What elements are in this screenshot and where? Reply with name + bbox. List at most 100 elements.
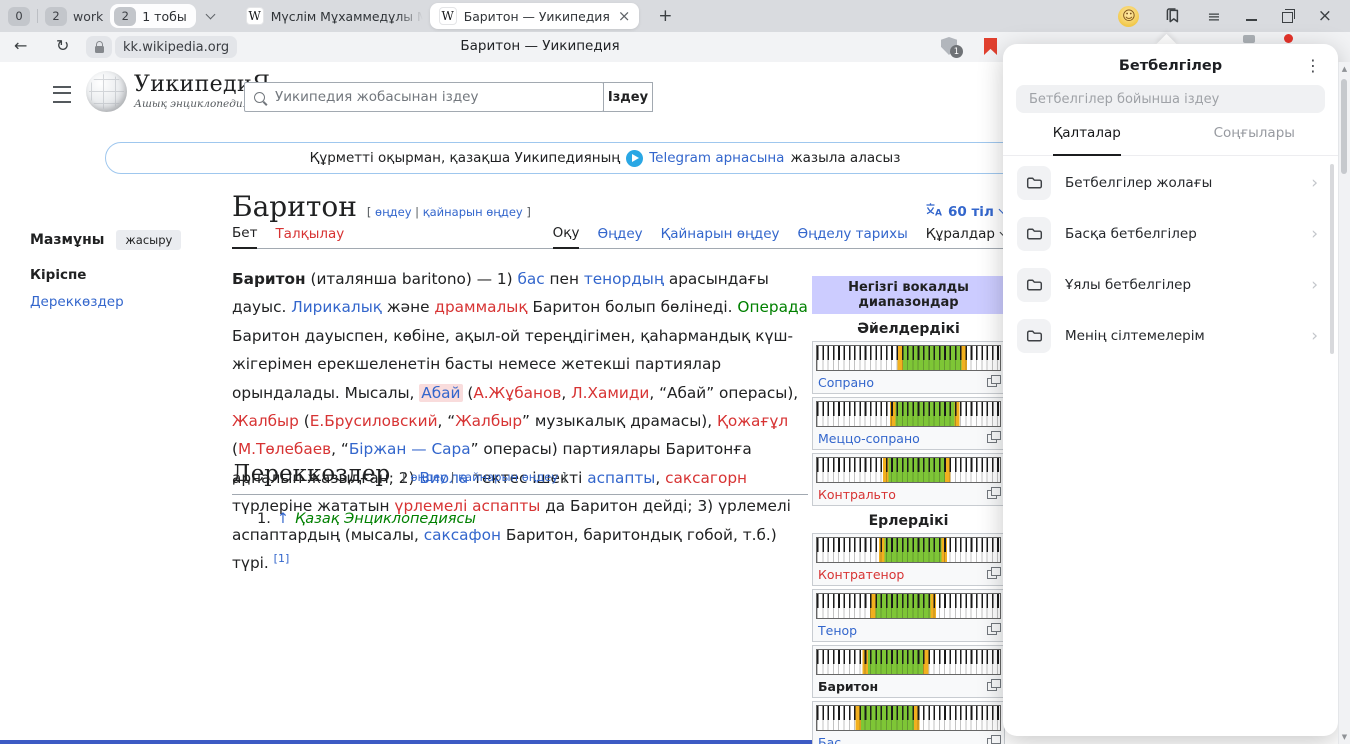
vocal-range-link[interactable]: Контратенор	[818, 567, 904, 582]
reference-backlink[interactable]: ↑	[277, 511, 289, 527]
reference-source-link[interactable]: Қазақ Энциклопедиясы	[295, 511, 476, 527]
inline-link[interactable]: Қожағұл	[717, 412, 788, 430]
folder-row-mobile-bookmarks[interactable]: Ұялы бетбелгілер ›	[1003, 259, 1338, 310]
vocal-range-link[interactable]: Сопрано	[818, 375, 874, 390]
popup-window-icon[interactable]	[987, 490, 997, 499]
inline-link[interactable]: драммалық	[434, 298, 527, 316]
popup-window-icon[interactable]	[987, 570, 997, 579]
bracket: ]	[526, 205, 531, 219]
bracket: ]	[562, 470, 567, 484]
inline-link[interactable]: Жалбыр	[232, 412, 299, 430]
bookmarks-panel-icon[interactable]	[1164, 7, 1182, 25]
edit-link[interactable]: өңдеу	[410, 470, 446, 484]
inline-link[interactable]: М.Төлебаев	[238, 440, 331, 458]
tab-tools[interactable]: Құралдар	[926, 226, 1008, 248]
extension-icon[interactable]	[1243, 35, 1255, 43]
close-window-icon[interactable]: ×	[1318, 8, 1332, 25]
wikipedia-logo[interactable]	[86, 71, 127, 112]
scrollbar-thumb[interactable]	[1341, 79, 1347, 174]
tab-recent[interactable]: Соңғылары	[1171, 125, 1339, 155]
piano-range-image[interactable]	[816, 593, 1001, 619]
scroll-down-icon[interactable]: ▼	[1339, 733, 1350, 741]
language-selector[interactable]: A 60 тіл	[925, 202, 1007, 221]
tab-group-0-badge[interactable]: 0	[8, 7, 30, 26]
inline-link[interactable]: А.Жұбанов	[473, 384, 561, 402]
browser-menu-icon[interactable]: ≡	[1207, 7, 1220, 26]
telegram-link[interactable]: Telegram арнасына	[649, 150, 784, 166]
tab-group-work[interactable]: 2 work	[45, 7, 103, 26]
inline-link[interactable]: Абай	[419, 384, 462, 402]
tab-bariton-active[interactable]: W Баритон — Уикипедия ×	[430, 3, 640, 29]
piano-range-image[interactable]	[816, 401, 1001, 427]
tab-group-1-toby[interactable]: 2 1 тобы	[110, 4, 195, 28]
tab-edit[interactable]: Өңдеу	[597, 226, 642, 248]
vocal-range-link[interactable]: Бас	[818, 735, 841, 744]
bookmarks-panel-title: Бетбелгілер	[1003, 58, 1338, 74]
tab-recent-label: Соңғылары	[1214, 125, 1295, 155]
inline-link[interactable]: бас	[517, 270, 544, 288]
toc-hide-button[interactable]: жасыру	[116, 230, 181, 250]
minimize-icon[interactable]	[1246, 19, 1257, 21]
vocal-range-link[interactable]: Тенор	[818, 623, 857, 638]
article-tabs: Бет Талқылау Оқу Өңдеу Қайнарын өңдеу Өң…	[232, 222, 1008, 249]
restore-window-icon[interactable]	[1282, 12, 1293, 23]
bracket: [	[367, 205, 372, 219]
close-tab-icon[interactable]: ×	[618, 9, 631, 24]
inline-link[interactable]: Біржан — Сара	[349, 440, 471, 458]
inline-link[interactable]: саксафон	[424, 526, 501, 544]
page-scrollbar[interactable]: ▲ ▼	[1338, 62, 1350, 744]
inline-link[interactable]: Операда	[737, 298, 808, 316]
popup-window-icon[interactable]	[987, 378, 997, 387]
search-icon	[254, 92, 265, 103]
wiki-search-box	[244, 82, 604, 112]
edit-link[interactable]: өңдеу	[375, 205, 411, 219]
inline-link[interactable]: Е.Брусиловский	[310, 412, 438, 430]
tab-page[interactable]: Бет	[232, 225, 257, 249]
tab-history[interactable]: Өңделу тарихы	[798, 226, 908, 248]
wiki-menu-icon[interactable]	[53, 86, 71, 103]
tab-read[interactable]: Оқу	[553, 225, 580, 249]
vocal-range-link[interactable]: Контральто	[818, 487, 896, 502]
vocal-range-link[interactable]: Меццо-сопрано	[818, 431, 920, 446]
inline-link[interactable]: Жалбыр	[455, 412, 522, 430]
tab-label: Баритон — Уикипедия	[464, 9, 610, 24]
folder-row-bookmarks-bar[interactable]: Бетбелгілер жолағы ›	[1003, 157, 1338, 208]
scroll-up-icon[interactable]: ▲	[1339, 65, 1350, 73]
inline-link[interactable]: Л.Хамиди	[571, 384, 649, 402]
new-tab-button[interactable]: +	[652, 3, 678, 29]
banner-text: Құрметті оқырман, қазақша Уикипедияның	[310, 150, 621, 166]
wiki-search-button[interactable]: Іздеу	[603, 82, 653, 112]
profile-avatar[interactable]: ☺	[1118, 6, 1139, 27]
piano-range-image[interactable]	[816, 649, 1001, 675]
vocal-range-label: Баритон	[818, 679, 878, 694]
chevron-right-icon: ›	[1311, 326, 1318, 346]
paragraph-text: , “Абай” операсы),	[649, 384, 798, 402]
inline-link[interactable]: тенордың	[584, 270, 664, 288]
inline-link[interactable]: [1]	[274, 552, 290, 565]
piano-range-image[interactable]	[816, 705, 1001, 731]
tab-talk[interactable]: Талқылау	[275, 226, 344, 248]
popup-window-icon[interactable]	[987, 682, 997, 691]
toc-item-intro[interactable]: Кіріспе	[30, 267, 210, 283]
piano-range-image[interactable]	[816, 457, 1001, 483]
popup-window-icon[interactable]	[987, 434, 997, 443]
tab-folders[interactable]: Қалталар	[1003, 125, 1171, 155]
panel-scrollbar-thumb[interactable]	[1330, 164, 1334, 354]
tab-edit-source[interactable]: Қайнарын өңдеу	[661, 226, 780, 248]
bookmarks-search-input[interactable]	[1027, 91, 1314, 108]
toc-item-references[interactable]: Дереккөздер	[30, 294, 210, 310]
edit-source-link[interactable]: қайнарын өңдеу	[458, 470, 558, 484]
popup-window-icon[interactable]	[987, 738, 997, 744]
inline-link[interactable]: Лирикалық	[291, 298, 382, 316]
tab-muslim-magomayev[interactable]: W Мүслім Мұхаммедұлы Ма	[237, 3, 423, 29]
piano-range-image[interactable]	[816, 537, 1001, 563]
popup-window-icon[interactable]	[987, 626, 997, 635]
piano-range-image[interactable]	[816, 345, 1001, 371]
wiki-search-input[interactable]	[273, 88, 594, 106]
folder-row-my-links[interactable]: Менің сілтемелерім ›	[1003, 310, 1338, 361]
toc-title: Мазмұны	[30, 232, 104, 248]
kebab-menu-icon[interactable]: ⋮	[1305, 56, 1321, 75]
folder-row-other-bookmarks[interactable]: Басқа бетбелгілер ›	[1003, 208, 1338, 259]
edit-source-link[interactable]: қайнарын өңдеу	[423, 205, 523, 219]
tab-group-dropdown[interactable]	[203, 15, 218, 18]
